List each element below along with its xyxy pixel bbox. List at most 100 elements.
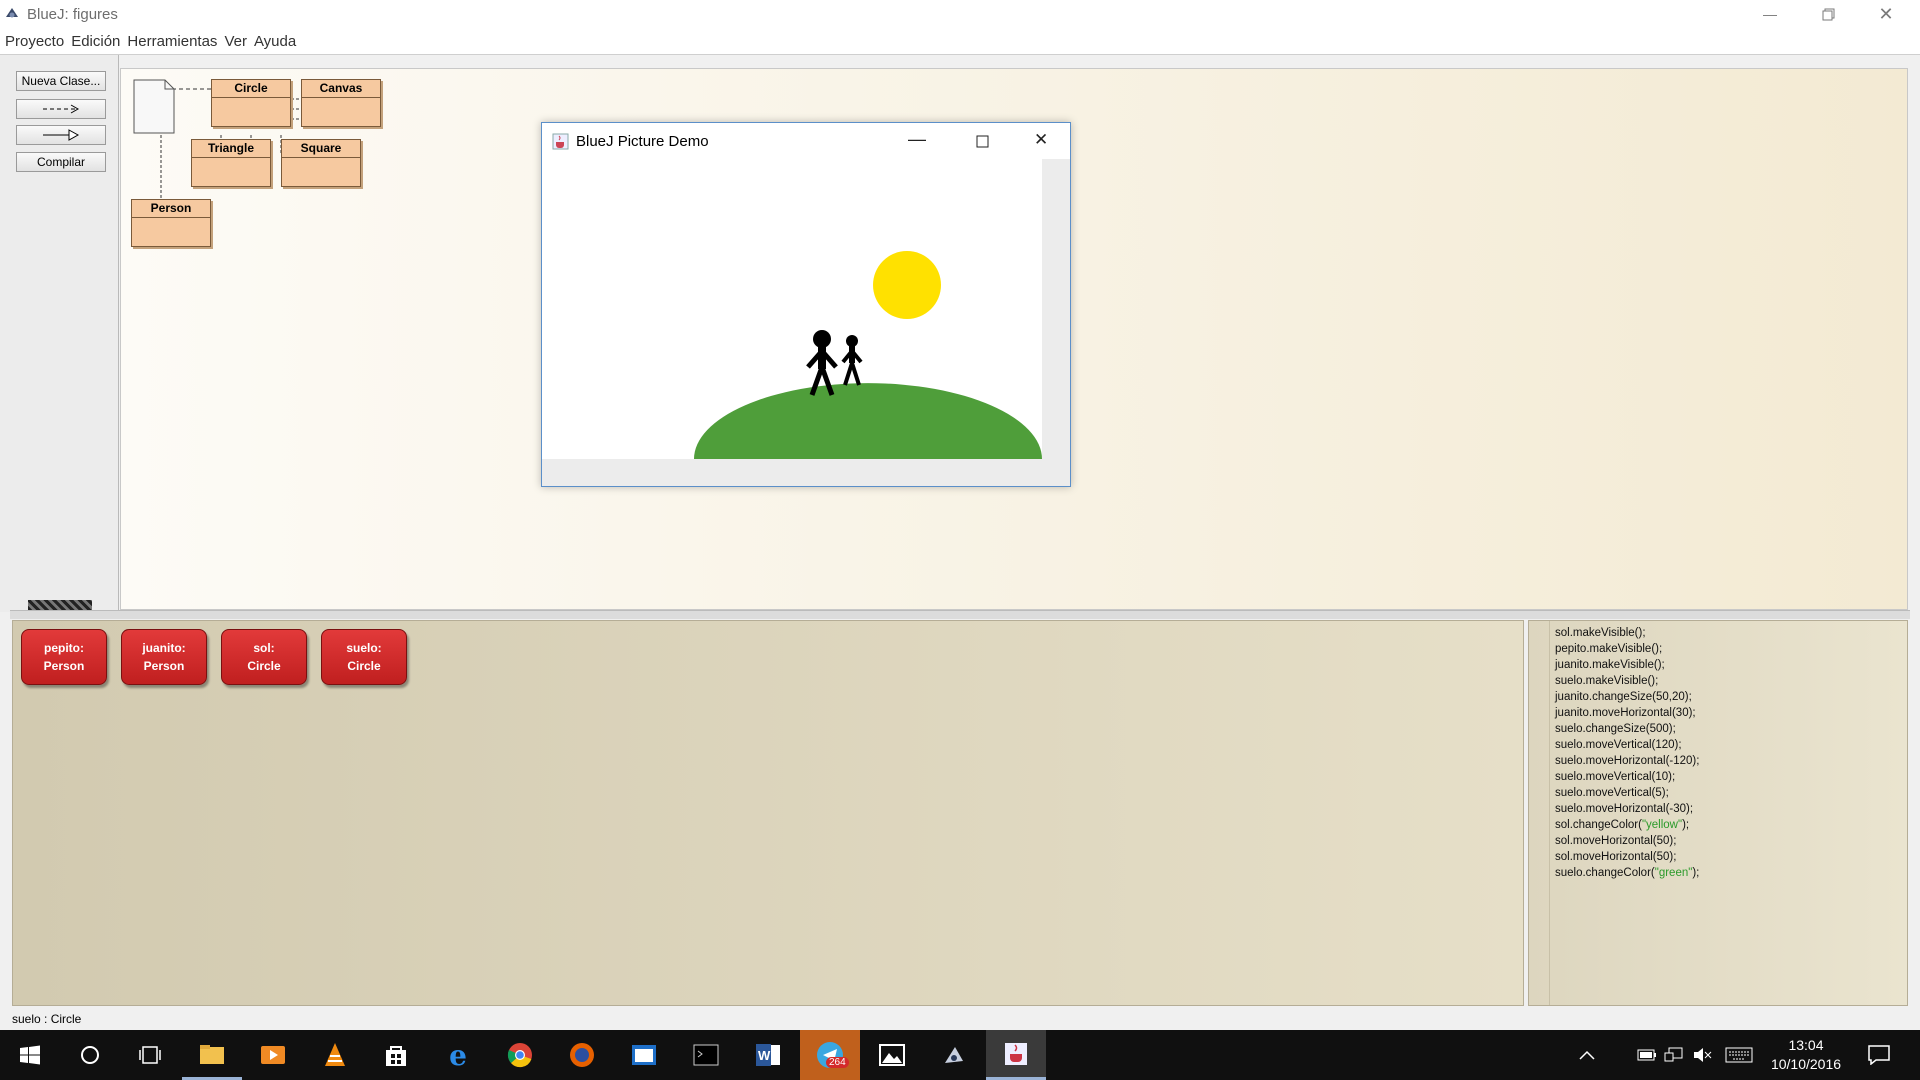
class-square[interactable]: Square — [281, 139, 361, 187]
taskbar-telegram[interactable]: 264 — [800, 1030, 860, 1080]
taskbar-photos[interactable] — [862, 1030, 922, 1080]
restore-icon — [1822, 8, 1834, 20]
menu-bar: Proyecto Edición Herramientas Ver Ayuda — [0, 28, 1920, 55]
object-type: Circle — [347, 659, 381, 673]
object-name: juanito: — [142, 641, 186, 655]
codepad[interactable]: sol.makeVisible(); pepito.makeVisible();… — [1528, 620, 1908, 1006]
telegram-badge: 264 — [826, 1057, 849, 1068]
code-string: "yellow" — [1641, 819, 1683, 831]
codepad-gutter — [1529, 621, 1550, 1005]
object-pepito[interactable]: pepito: Person — [21, 629, 107, 685]
taskbar-vlc[interactable] — [305, 1030, 365, 1080]
taskbar-store[interactable] — [366, 1030, 426, 1080]
volume-muted-icon[interactable] — [1692, 1046, 1712, 1064]
machine-activity-indicator — [28, 600, 92, 610]
task-view-icon — [139, 1046, 161, 1064]
code-line: sol.changeColor("yellow"); — [1555, 817, 1699, 833]
start-button[interactable] — [0, 1030, 60, 1080]
object-name: suelo: — [346, 641, 382, 655]
keyboard-icon[interactable] — [1725, 1047, 1753, 1063]
dependency-arrow-button[interactable] — [16, 99, 106, 119]
start-icon — [20, 1045, 40, 1065]
class-person-label: Person — [132, 200, 210, 218]
code-line: pepito.makeVisible(); — [1555, 643, 1663, 655]
network-icon[interactable] — [1664, 1046, 1684, 1064]
taskbar-file-explorer[interactable] — [182, 1030, 242, 1080]
word-icon: W — [756, 1044, 780, 1066]
class-canvas-label: Canvas — [302, 80, 380, 98]
code-line: suelo.moveVertical(5); — [1555, 787, 1669, 799]
codepad-history: sol.makeVisible(); pepito.makeVisible();… — [1555, 625, 1699, 897]
menu-edicion[interactable]: Edición — [66, 33, 120, 50]
taskbar-java[interactable] — [986, 1030, 1046, 1080]
code-line: sol.moveHorizontal(50); — [1555, 835, 1677, 847]
file-explorer-icon — [200, 1044, 224, 1064]
menu-proyecto[interactable]: Proyecto — [0, 33, 64, 50]
object-sol[interactable]: sol: Circle — [221, 629, 307, 685]
demo-title-bar[interactable]: BlueJ Picture Demo — ✕ — [542, 123, 1070, 159]
bluej-icon — [945, 1047, 963, 1063]
object-type: Person — [43, 659, 85, 673]
minimize-button[interactable]: — — [1741, 0, 1799, 28]
left-toolbar: Nueva Clase... Compilar — [0, 55, 119, 612]
new-class-button[interactable]: Nueva Clase... — [16, 71, 106, 91]
class-triangle[interactable]: Triangle — [191, 139, 271, 187]
sun-circle — [873, 251, 941, 319]
java-cup-icon — [552, 133, 569, 150]
code-line: suelo.moveHorizontal(-120); — [1555, 755, 1700, 767]
cortana-button[interactable] — [60, 1030, 120, 1080]
demo-vertical-scroll[interactable] — [1042, 159, 1070, 459]
status-text: suelo : Circle — [12, 1012, 82, 1026]
photos-icon — [879, 1044, 905, 1066]
demo-horizontal-scroll[interactable] — [542, 459, 1070, 486]
taskbar-app-window[interactable] — [614, 1030, 674, 1080]
code-line: suelo.changeSize(500); — [1555, 723, 1676, 735]
system-clock[interactable]: 13:04 10/10/2016 — [1756, 1036, 1856, 1074]
inheritance-arrow-button[interactable] — [16, 125, 106, 145]
taskbar-terminal[interactable] — [676, 1030, 736, 1080]
taskbar-bluej[interactable] — [924, 1030, 984, 1080]
code-text: sol.changeColor( — [1555, 819, 1642, 831]
object-juanito[interactable]: juanito: Person — [121, 629, 207, 685]
object-suelo[interactable]: suelo: Circle — [321, 629, 407, 685]
demo-minimize-button[interactable]: — — [908, 129, 926, 150]
menu-ayuda[interactable]: Ayuda — [249, 33, 296, 50]
restore-button[interactable] — [1799, 0, 1857, 28]
close-button[interactable]: ✕ — [1857, 0, 1915, 28]
codepad-input-line[interactable] — [1555, 881, 1699, 897]
demo-maximize-button[interactable] — [976, 135, 989, 148]
taskbar-media-player[interactable] — [243, 1030, 303, 1080]
media-player-icon — [261, 1046, 285, 1064]
code-line: juanito.moveHorizontal(30); — [1555, 707, 1696, 719]
task-view-button[interactable] — [120, 1030, 180, 1080]
demo-close-button[interactable]: ✕ — [1034, 130, 1048, 150]
menu-ver[interactable]: Ver — [219, 33, 247, 50]
close-icon: ✕ — [1878, 3, 1894, 24]
cortana-icon — [81, 1046, 99, 1064]
edge-icon: e — [449, 1038, 467, 1072]
dashed-arrow-icon — [43, 104, 80, 114]
picture-canvas — [542, 159, 1042, 459]
clock-time: 13:04 — [1788, 1037, 1824, 1053]
app-window-icon — [632, 1045, 656, 1065]
battery-icon[interactable] — [1637, 1048, 1657, 1062]
object-type: Circle — [247, 659, 281, 673]
compile-button[interactable]: Compilar — [16, 152, 106, 172]
code-line: suelo.moveVertical(120); — [1555, 739, 1682, 751]
chrome-icon — [507, 1043, 532, 1068]
class-person[interactable]: Person — [131, 199, 211, 247]
show-hidden-icons-icon[interactable] — [1578, 1048, 1596, 1062]
taskbar-chrome[interactable] — [490, 1030, 550, 1080]
picture-demo-window[interactable]: BlueJ Picture Demo — ✕ — [541, 122, 1071, 487]
class-circle[interactable]: Circle — [211, 79, 291, 127]
taskbar-edge[interactable]: e — [428, 1030, 488, 1080]
readme-file-icon[interactable] — [133, 79, 175, 134]
object-name: sol: — [253, 641, 275, 655]
class-canvas[interactable]: Canvas — [301, 79, 381, 127]
inheritance-arrow-icon — [43, 129, 80, 141]
menu-herramientas[interactable]: Herramientas — [122, 33, 217, 50]
action-center-icon[interactable] — [1868, 1045, 1890, 1065]
pane-splitter[interactable] — [10, 610, 1910, 619]
taskbar-word[interactable]: W — [738, 1030, 798, 1080]
taskbar-firefox[interactable] — [552, 1030, 612, 1080]
